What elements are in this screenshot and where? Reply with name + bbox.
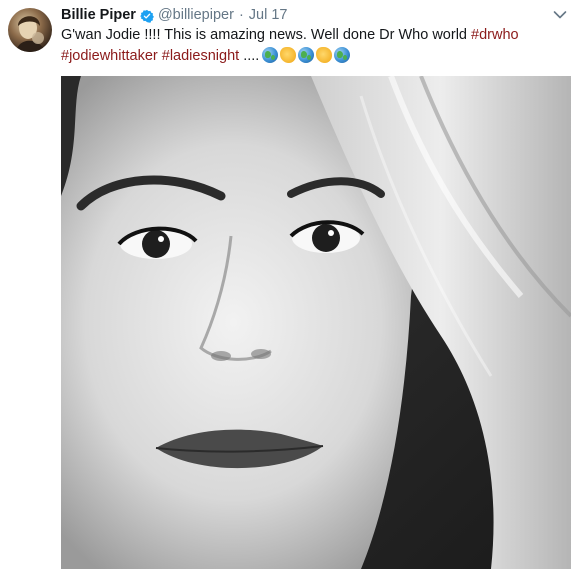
separator-dot: ·	[238, 7, 244, 23]
tweet[interactable]: Billie Piper @billiepiper · Jul 17 G'wan…	[0, 0, 579, 569]
portrait-photo-image	[61, 76, 571, 569]
tweet-text: G'wan Jodie !!!! This is amazing news. W…	[61, 25, 561, 67]
clap-emoji-icon	[280, 47, 297, 63]
avatar-image	[16, 16, 46, 52]
tweet-text-line-1: G'wan Jodie !!!! This is amazing news. W…	[61, 25, 561, 46]
author-handle[interactable]: @billiepiper	[158, 7, 234, 23]
tweet-timestamp[interactable]: Jul 17	[249, 7, 288, 23]
clap-emoji-icon	[316, 47, 333, 63]
hashtag-ladiesnight[interactable]: #ladiesnight	[162, 48, 239, 64]
emoji-row	[262, 47, 352, 63]
tweet-header: Billie Piper @billiepiper · Jul 17	[61, 5, 287, 25]
tweet-text-line-2: #jodiewhittaker #ladiesnight ....	[61, 46, 561, 67]
globe-emoji-icon	[298, 47, 315, 63]
tweet-text-plain: G'wan Jodie !!!! This is amazing news. W…	[61, 27, 472, 43]
globe-emoji-icon	[262, 47, 279, 63]
author-name[interactable]: Billie Piper	[61, 7, 136, 23]
chevron-down-icon[interactable]	[553, 10, 567, 20]
globe-emoji-icon	[334, 47, 351, 63]
hashtag-drwho[interactable]: #drwho	[471, 27, 519, 43]
verified-badge-icon	[140, 9, 154, 23]
avatar[interactable]	[8, 8, 52, 52]
tweet-photo[interactable]	[61, 76, 571, 569]
hashtag-jodiewhittaker[interactable]: #jodiewhittaker	[61, 48, 158, 64]
tweet-text-ellipsis: ....	[239, 48, 260, 64]
